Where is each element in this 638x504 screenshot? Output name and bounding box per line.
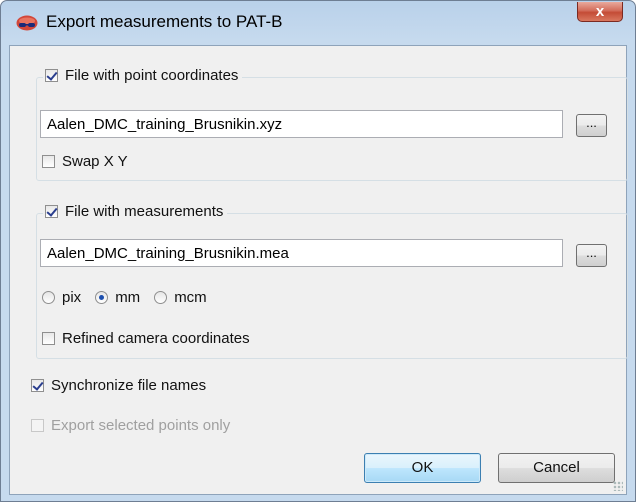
ok-button[interactable]: OK [364,453,481,483]
selected-points-only-label: Export selected points only [51,417,231,434]
unit-radio-mcm[interactable] [154,291,168,304]
resize-grip[interactable] [613,481,623,491]
unit-radio-mm[interactable] [95,291,109,304]
measurements-legend: File with measurements [43,203,228,220]
synchronize-names-checkbox[interactable] [31,379,44,392]
title-bar[interactable]: Export measurements to PAT-B x [1,1,635,45]
selected-points-only-checkbox [31,419,44,432]
point-coordinates-legend: File with point coordinates [43,67,243,84]
measurements-checkbox[interactable] [45,205,58,218]
units-radio-group: pix mm mcm [42,289,221,306]
unit-label-mcm: mcm [174,289,207,306]
refined-coordinates-row[interactable]: Refined camera coordinates [42,330,250,347]
export-dialog-window: Export measurements to PAT-B x File with… [0,0,636,502]
cancel-button-label: Cancel [533,459,580,476]
ellipsis-icon: ... [586,115,597,130]
measurements-file-input[interactable] [40,239,563,267]
app-logo-icon [16,15,38,31]
point-coordinates-browse-button[interactable]: ... [576,114,607,137]
window-title: Export measurements to PAT-B [46,12,283,31]
unit-label-pix: pix [62,289,82,306]
measurements-label: File with measurements [65,203,224,220]
synchronize-names-row[interactable]: Synchronize file names [31,377,206,394]
point-coordinates-label: File with point coordinates [65,67,239,84]
cancel-button[interactable]: Cancel [498,453,615,483]
unit-option-pix[interactable]: pix [42,289,81,306]
ok-button-label: OK [411,459,434,476]
synchronize-names-label: Synchronize file names [51,377,207,394]
close-button[interactable]: x [577,2,623,22]
unit-label-mm: mm [115,289,141,306]
measurements-browse-button[interactable]: ... [576,244,607,267]
swap-xy-row[interactable]: Swap X Y [42,153,128,170]
swap-xy-checkbox[interactable] [42,155,55,168]
dialog-client-area: File with point coordinates ... Swap X Y… [9,45,628,495]
point-coordinates-file-input[interactable] [40,110,563,138]
close-icon: x [595,3,605,20]
swap-xy-label: Swap X Y [62,153,128,170]
unit-option-mm[interactable]: mm [95,289,140,306]
unit-option-mcm[interactable]: mcm [154,289,207,306]
unit-radio-pix[interactable] [42,291,55,304]
point-coordinates-checkbox[interactable] [45,69,58,82]
refined-coordinates-label: Refined camera coordinates [62,330,250,347]
selected-points-only-row: Export selected points only [31,417,230,434]
refined-coordinates-checkbox[interactable] [42,332,55,345]
ellipsis-icon: ... [586,245,597,260]
